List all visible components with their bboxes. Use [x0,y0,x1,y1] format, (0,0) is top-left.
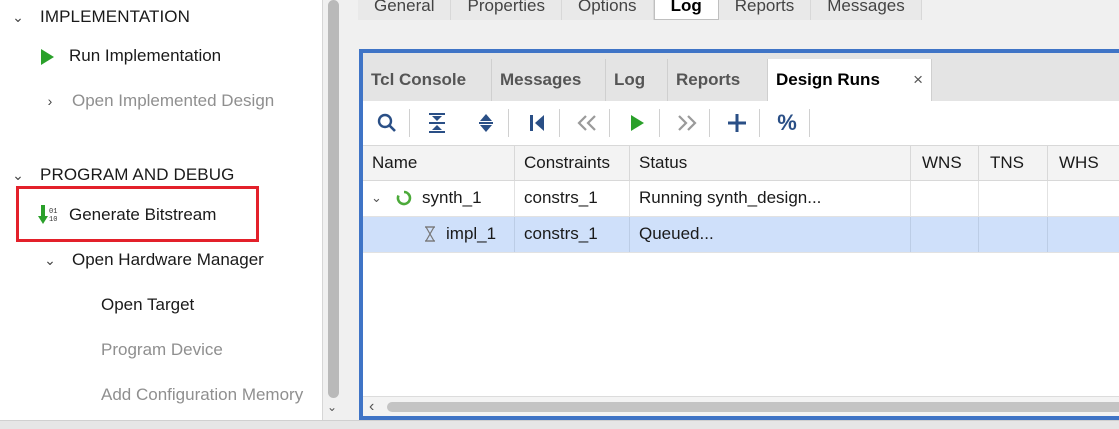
run-name: synth_1 [422,188,482,207]
chevron-down-icon[interactable]: ⌄ [10,2,26,32]
open-target-label: Open Target [101,295,195,314]
first-icon[interactable] [521,107,553,139]
run-whs [1048,181,1119,216]
run-tns [979,181,1048,216]
status-bar [0,420,1119,429]
run-icon [41,49,54,65]
collapse-all-icon[interactable] [421,107,453,139]
percent-icon[interactable]: % [771,107,803,139]
run-tns [979,217,1048,252]
add-icon[interactable] [721,107,753,139]
search-icon[interactable] [371,107,403,139]
tab-messages-label: Messages [500,70,582,89]
right-pane: General Properties Options Log Reports M… [344,0,1119,420]
tab-tcl-console-label: Tcl Console [371,70,467,89]
run-whs [1048,217,1119,252]
panel-tabbar: Tcl Console Messages Log Reports Design … [363,53,1119,101]
scrollbar-thumb[interactable] [328,0,339,398]
tab-design-runs-label: Design Runs [776,70,880,89]
hourglass-icon [425,226,435,242]
column-header-whs[interactable]: WHS [1048,146,1119,180]
next-icon[interactable] [671,107,703,139]
run-name-cell: impl_1 [363,217,515,252]
open-hardware-manager-label: Open Hardware Manager [72,250,264,269]
column-header-tns[interactable]: TNS [979,146,1048,180]
table-header: Name Constraints Status WNS TNS WHS [363,145,1119,181]
tab-options[interactable]: Options [561,0,654,20]
table-row[interactable]: impl_1 constrs_1 Queued... [363,217,1119,253]
run-constraints: constrs_1 [515,217,630,252]
program-device-label: Program Device [101,340,223,359]
chevron-down-icon[interactable]: ⌄ [371,181,382,215]
run-wns [911,181,979,216]
column-header-constraints[interactable]: Constraints [515,146,630,180]
column-header-wns[interactable]: WNS [911,146,979,180]
table-row[interactable]: ⌄ synth_1 constrs_1 Running synth_design… [363,181,1119,217]
run-name: impl_1 [446,224,497,243]
tab-tcl-console[interactable]: Tcl Console [363,59,492,101]
scroll-down-icon[interactable]: ⌄ [327,400,337,414]
running-spinner-icon [396,190,412,206]
run-status: Queued... [630,217,911,252]
navigator-scrollbar[interactable]: ⌄ [322,0,344,420]
scroll-left-icon[interactable]: ‹ [369,397,374,417]
expand-all-icon[interactable] [470,107,502,139]
run-constraints: constrs_1 [515,181,630,216]
flow-navigator: ⌄ IMPLEMENTATION Run Implementation › Op… [0,0,322,420]
tab-reports[interactable]: Reports [668,59,768,101]
tab-design-runs[interactable]: Design Runs × [768,59,932,101]
run-status: Running synth_design... [630,181,911,216]
horizontal-scrollbar[interactable]: ‹ [363,396,1119,416]
scrollbar-thumb[interactable] [387,402,1119,412]
run-wns [911,217,979,252]
tab-log-label: Log [614,70,646,89]
tab-reports[interactable]: Reports [718,0,812,20]
run-implementation-label: Run Implementation [69,46,222,65]
tab-properties[interactable]: Properties [451,0,562,20]
tab-messages[interactable]: Messages [811,0,922,20]
chevron-down-icon[interactable]: ⌄ [42,245,58,275]
run-name-cell: ⌄ synth_1 [363,181,515,216]
highlight-box [16,186,259,242]
open-implemented-design-label: Open Implemented Design [72,91,275,110]
launch-icon[interactable] [621,107,653,139]
design-runs-panel: Tcl Console Messages Log Reports Design … [359,49,1119,420]
column-header-name[interactable]: Name [363,146,515,180]
design-runs-toolbar: % [363,101,1119,145]
column-header-status[interactable]: Status [630,146,911,180]
chevron-right-icon[interactable]: › [42,86,58,116]
tab-general[interactable]: General [358,0,452,20]
add-configuration-memory-label: Add Configuration Memory [101,385,304,404]
previous-icon[interactable] [571,107,603,139]
section-implementation-label: IMPLEMENTATION [40,7,191,26]
properties-tabbar: General Properties Options Log Reports M… [358,0,922,22]
vivado-window: ⌄ IMPLEMENTATION Run Implementation › Op… [0,0,1119,429]
tab-reports-label: Reports [676,70,741,89]
tab-log[interactable]: Log [653,0,719,20]
close-icon[interactable]: × [913,59,923,101]
tab-log[interactable]: Log [606,59,668,101]
tab-messages[interactable]: Messages [492,59,606,101]
